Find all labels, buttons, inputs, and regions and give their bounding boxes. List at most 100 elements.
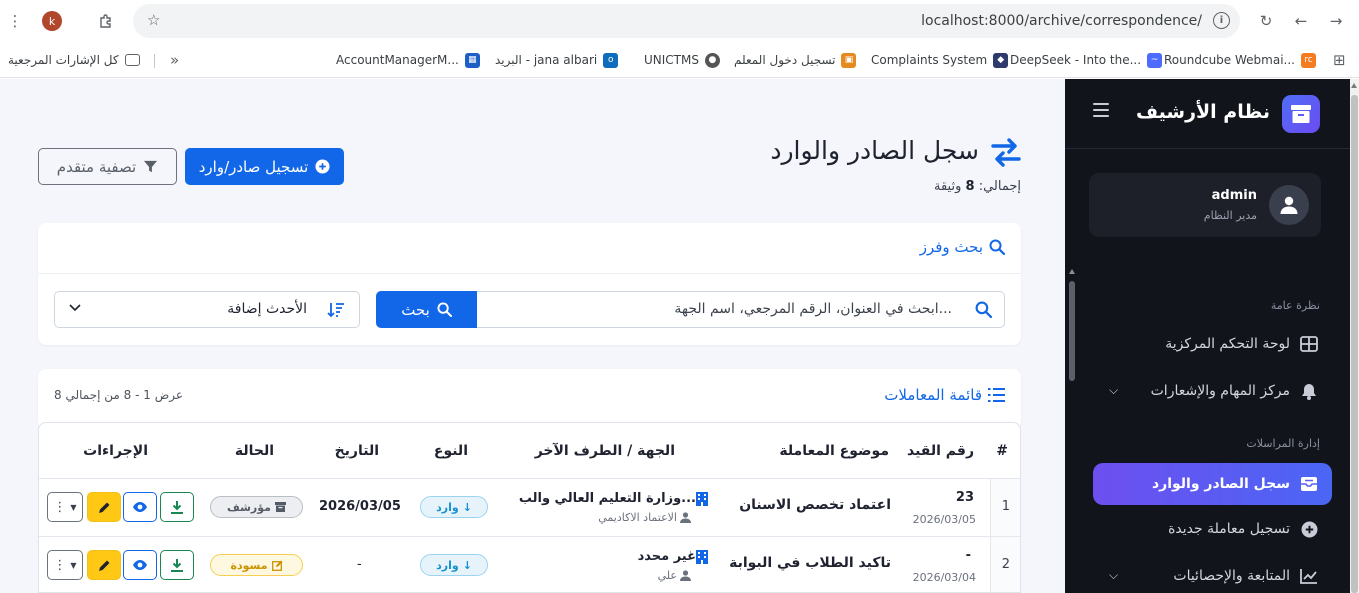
edit-button[interactable]	[87, 492, 121, 522]
sidebar-scrollbar[interactable]	[1069, 269, 1075, 389]
more-actions-button[interactable]: ⋮ ▼	[47, 550, 83, 580]
bookmark-divider	[154, 54, 155, 68]
archive-box-icon	[274, 502, 286, 512]
browser-menu-icon[interactable]: ⋮	[2, 8, 28, 34]
sidebar-item-label: لوحة التحكم المركزية	[1165, 336, 1290, 352]
outlook-icon: o	[603, 52, 619, 68]
bookmark-label: كل الإشارات المرجعية	[8, 53, 119, 67]
download-icon	[171, 559, 183, 572]
bookmark-account-manager[interactable]: AccountManagerM... ▦	[336, 50, 480, 70]
bookmark-label: Roundcube Webmai...	[1164, 53, 1295, 67]
caret-down-icon: ▼	[70, 502, 77, 512]
filter-icon	[144, 160, 158, 173]
sidebar-item-tracking-statistics[interactable]: ⌵ المتابعة والإحصائيات	[1093, 556, 1332, 593]
column-header-subject: موضوع المعاملة	[779, 443, 889, 459]
bookmark-deepseek[interactable]: DeepSeek - Into the... ~	[1010, 50, 1163, 70]
bookmark-label: البريد - jana albari	[495, 53, 598, 67]
party-name: غير محدد	[637, 549, 696, 564]
transaction-subject[interactable]: تاكيد الطلاب في البوابة	[729, 555, 891, 571]
total-count: 8	[965, 179, 975, 194]
forward-icon[interactable]: →	[1323, 8, 1349, 34]
sort-select[interactable]: الأحدث إضافة	[54, 291, 360, 328]
bookmark-roundcube[interactable]: Roundcube Webmai... rc	[1164, 50, 1316, 70]
bookmark-star-icon[interactable]: ☆	[147, 11, 160, 29]
apps-grid-icon[interactable]: ⊞	[1333, 50, 1346, 70]
pencil-icon	[98, 502, 109, 513]
download-button[interactable]	[160, 492, 194, 522]
bookmark-unictms[interactable]: UNICTMS ●	[644, 50, 720, 70]
party-name: وزارة التعليم العالي والب...	[518, 491, 696, 506]
sidebar-item-label: المتابعة والإحصائيات	[1173, 568, 1290, 584]
sidebar-item-tasks-notifications[interactable]: ⌵ مركز المهام والإشعارات	[1093, 371, 1332, 411]
advanced-filter-button[interactable]: تصفية متقدم	[38, 148, 177, 185]
section-overview: نظرة عامة	[1270, 299, 1320, 312]
transaction-subject[interactable]: اعتماد تخصص الاسنان	[739, 497, 891, 513]
register-correspondence-button[interactable]: تسجيل صادر/وارد	[185, 148, 344, 185]
dashboard-grid-icon	[1300, 335, 1318, 353]
bookmark-outlook[interactable]: البريد - jana albari o	[495, 50, 619, 70]
type-badge: وارد ↓	[420, 554, 488, 576]
edit-button[interactable]	[87, 550, 121, 580]
download-icon	[171, 501, 183, 514]
view-button[interactable]	[123, 492, 157, 522]
sidebar-item-label: سجل الصادر والوارد	[1151, 476, 1290, 492]
row-number: 1	[1001, 499, 1010, 514]
sidebar-item-label: مركز المهام والإشعارات	[1150, 383, 1290, 399]
sidebar-item-dashboard[interactable]: لوحة التحكم المركزية	[1093, 324, 1332, 364]
teacher-login-icon: ▣	[841, 52, 857, 68]
status-label: مسودة	[230, 558, 268, 572]
total-unit: وثيقة	[933, 179, 962, 194]
app-title: نظام الأرشيف	[1136, 101, 1270, 123]
row-number: 2	[1001, 557, 1010, 572]
line-chart-icon	[1300, 567, 1318, 585]
page-scrollbar[interactable]	[1350, 79, 1359, 593]
table-row[interactable]: 1 23 2026/03/05 اعتماد تخصص الاسنان وزار…	[39, 478, 1020, 537]
type-label: وارد	[436, 500, 459, 514]
bookmark-label: DeepSeek - Into the...	[1010, 53, 1142, 67]
registration-date: 2026/03/05	[912, 513, 976, 526]
pencil-icon	[98, 560, 109, 571]
search-input[interactable]: ابحث في العنوان، الرقم المرجعي، اسم الجه…	[476, 291, 1005, 328]
filter-button-label: تصفية متقدم	[56, 157, 137, 176]
download-button[interactable]	[160, 550, 194, 580]
column-header-date: التاريخ	[334, 443, 379, 459]
hamburger-menu-icon[interactable]	[1093, 103, 1109, 117]
user-card[interactable]: admin مدير النظام	[1089, 173, 1321, 237]
bookmark-all[interactable]: كل الإشارات المرجعية	[8, 50, 140, 70]
view-button[interactable]	[123, 550, 157, 580]
plus-circle-icon	[1300, 520, 1318, 538]
caret-down-icon: ▼	[70, 560, 77, 570]
search-divider	[38, 273, 1021, 274]
bookmark-label: UNICTMS	[644, 53, 699, 67]
plus-circle-icon	[315, 159, 330, 174]
registration-number: -	[965, 548, 971, 563]
site-info-icon[interactable]: i	[1213, 12, 1230, 29]
status-badge: مؤرشف	[210, 496, 303, 518]
extensions-icon[interactable]	[93, 8, 119, 34]
sidebar-item-correspondence-log[interactable]: سجل الصادر والوارد	[1093, 463, 1332, 505]
sidebar-item-new-transaction[interactable]: تسجيل معاملة جديدة	[1093, 509, 1332, 549]
more-bookmarks-icon[interactable]: »	[170, 50, 179, 70]
bookmark-complaints[interactable]: Complaints System ◆	[871, 50, 1009, 70]
browser-toolbar: ⋮ k ☆ localhost:8000/archive/corresponde…	[0, 0, 1359, 42]
search-button[interactable]: بحث	[376, 291, 477, 328]
back-icon[interactable]: ←	[1288, 8, 1314, 34]
list-card: قائمة المعاملات عرض 1 - 8 من إجمالي 8	[38, 369, 1021, 429]
inbox-tray-icon	[1300, 475, 1318, 493]
address-bar[interactable]: ☆ localhost:8000/archive/correspondence/…	[133, 4, 1240, 38]
registration-date: 2026/03/04	[912, 571, 976, 584]
grid-icon: ▦	[464, 52, 480, 68]
person-icon	[680, 512, 691, 523]
total-documents: إجمالي: 8 وثيقة	[934, 179, 1021, 194]
sidebar: نظام الأرشيف admin مدير النظام نظرة عامة…	[1065, 79, 1350, 593]
sort-selected-value: الأحدث إضافة	[227, 301, 307, 317]
reload-icon[interactable]: ↻	[1253, 8, 1279, 34]
type-badge: وارد ↓	[420, 496, 488, 518]
edit-square-icon	[271, 560, 283, 571]
registration-number: 23	[955, 490, 974, 505]
table-row[interactable]: 2 - 2026/03/04 تاكيد الطلاب في البوابة غ…	[39, 536, 1020, 592]
bookmark-teacher-login[interactable]: تسجيل دخول المعلم ▣	[734, 50, 857, 70]
more-actions-button[interactable]: ⋮ ▼	[47, 492, 83, 522]
profile-avatar[interactable]: k	[42, 11, 62, 31]
user-role: مدير النظام	[1203, 209, 1257, 222]
